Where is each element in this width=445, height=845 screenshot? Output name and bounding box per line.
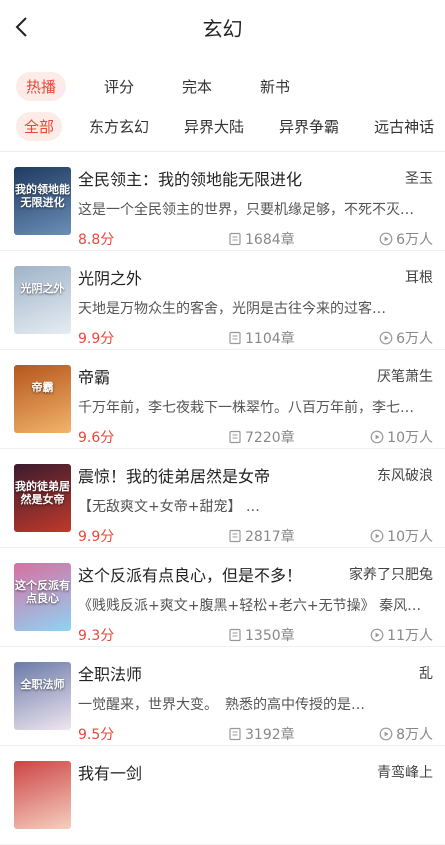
book-reads: 6万人 — [379, 229, 433, 249]
cover-text: 全职法师 — [20, 678, 65, 691]
cover-text: 这个反派有点良心 — [15, 579, 70, 605]
tab-new[interactable]: 新书 — [250, 72, 300, 101]
book-cover[interactable]: 这个反派有点良心 — [14, 563, 71, 631]
book-cover[interactable]: 我的徒弟居然是女帝 — [14, 464, 71, 532]
book-item[interactable]: 我有一剑 青鸾峰上 — [0, 746, 445, 845]
read-count: 10万人 — [387, 529, 433, 545]
book-chapters: 3192章 — [228, 724, 295, 744]
page-title: 玄幻 — [202, 17, 243, 41]
book-icon — [229, 430, 241, 444]
book-chapters: 7220章 — [228, 427, 295, 447]
book-title: 全民领主：我的领地能无限进化 — [78, 170, 303, 189]
book-author: 厌笔萧生 — [377, 369, 433, 385]
read-count: 6万人 — [396, 331, 433, 347]
book-description: 这是一个全民领主的世界，只要机缘足够，不死不灭… — [78, 202, 414, 218]
book-reads: 8万人 — [379, 724, 433, 744]
book-chapters: 2817章 — [228, 526, 295, 546]
book-item[interactable]: 这个反派有点良心 这个反派有点良心，但是不多！ 家养了只肥兔 《贱贱反派+爽文+… — [0, 548, 445, 647]
book-title: 震惊！我的徒弟居然是女帝 — [78, 467, 271, 486]
book-icon — [229, 232, 241, 246]
primary-tabs: 热播 评分 完本 新书 — [16, 70, 328, 102]
book-icon — [229, 628, 241, 642]
book-reads: 6万人 — [379, 328, 433, 348]
book-list: 我的领地能无限进化 全民领主：我的领地能无限进化 圣玉 这是一个全民领主的世界，… — [0, 152, 445, 845]
book-score: 9.5分 — [78, 727, 115, 743]
book-score: 9.3分 — [78, 628, 115, 644]
cover-text: 帝霸 — [31, 381, 54, 394]
play-circle-icon — [379, 331, 393, 345]
play-circle-icon — [370, 529, 384, 543]
book-score: 9.9分 — [78, 529, 115, 545]
book-author: 乱 — [419, 666, 433, 682]
book-title: 帝霸 — [78, 368, 111, 387]
tab-completed[interactable]: 完本 — [172, 72, 222, 101]
book-description: 一觉醒来，世界大变。 熟悉的高中传授的是… — [78, 697, 365, 713]
category-world-hegemony[interactable]: 异界争霸 — [271, 112, 347, 141]
book-reads: 10万人 — [370, 526, 433, 546]
book-cover[interactable] — [14, 761, 71, 829]
play-circle-icon — [379, 232, 393, 246]
cover-text: 我的领地能无限进化 — [15, 183, 70, 209]
book-title: 这个反派有点良心，但是不多！ — [78, 566, 303, 585]
book-item[interactable]: 光阴之外 光阴之外 耳根 天地是万物众生的客舍，光阴是古往今来的过客… 9.9分… — [0, 251, 445, 350]
book-author: 圣玉 — [405, 171, 433, 187]
book-score: 9.6分 — [78, 430, 115, 446]
book-icon — [229, 529, 241, 543]
book-item[interactable]: 帝霸 帝霸 厌笔萧生 千万年前，李七夜栽下一株翠竹。八百万年前，李七… 9.6分… — [0, 350, 445, 449]
book-score: 8.8分 — [78, 232, 115, 248]
book-item[interactable]: 我的徒弟居然是女帝 震惊！我的徒弟居然是女帝 东风破浪 【无敌爽文+女帝+甜宠】… — [0, 449, 445, 548]
book-author: 青鸾峰上 — [377, 765, 433, 781]
read-count: 6万人 — [396, 232, 433, 248]
chapter-count: 1104章 — [245, 331, 295, 347]
book-cover[interactable]: 光阴之外 — [14, 266, 71, 334]
book-title: 光阴之外 — [78, 269, 143, 288]
category-other-world[interactable]: 异界大陆 — [176, 112, 252, 141]
book-item[interactable]: 全职法师 全职法师 乱 一觉醒来，世界大变。 熟悉的高中传授的是… 9.5分 3… — [0, 647, 445, 746]
cover-text: 光阴之外 — [20, 282, 65, 295]
chapter-count: 3192章 — [245, 727, 295, 743]
tab-rating[interactable]: 评分 — [94, 72, 144, 101]
book-title: 我有一剑 — [78, 764, 143, 783]
book-reads: 11万人 — [370, 625, 433, 645]
category-ancient-myth[interactable]: 远古神话 — [366, 112, 442, 141]
book-author: 家养了只肥兔 — [349, 567, 433, 583]
category-tabs: 全部 东方玄幻 异界大陆 异界争霸 远古神话 — [16, 110, 445, 142]
book-description: 天地是万物众生的客舍，光阴是古往今来的过客… — [78, 301, 386, 317]
book-icon — [229, 331, 241, 345]
book-author: 耳根 — [405, 270, 433, 286]
book-description: 【无敌爽文+女帝+甜宠】 … — [78, 499, 260, 515]
read-count: 11万人 — [387, 628, 433, 644]
book-reads: 10万人 — [370, 427, 433, 447]
book-chapters: 1684章 — [228, 229, 295, 249]
chapter-count: 1684章 — [245, 232, 295, 248]
category-all[interactable]: 全部 — [16, 111, 63, 141]
chapter-count: 1350章 — [245, 628, 295, 644]
chapter-count: 2817章 — [245, 529, 295, 545]
category-eastern-fantasy[interactable]: 东方玄幻 — [81, 112, 157, 141]
tab-hot[interactable]: 热播 — [16, 71, 67, 101]
cover-text: 我的徒弟居然是女帝 — [15, 480, 70, 506]
book-description: 《贱贱反派+爽文+腹黑+轻松+老六+无节操》 秦风… — [78, 598, 422, 614]
play-circle-icon — [379, 727, 393, 741]
book-icon — [229, 727, 241, 741]
book-cover[interactable]: 我的领地能无限进化 — [14, 167, 71, 235]
book-chapters: 1104章 — [228, 328, 295, 348]
book-cover[interactable]: 全职法师 — [14, 662, 71, 730]
play-circle-icon — [370, 628, 384, 642]
book-item[interactable]: 我的领地能无限进化 全民领主：我的领地能无限进化 圣玉 这是一个全民领主的世界，… — [0, 152, 445, 251]
book-title: 全职法师 — [78, 665, 143, 684]
header: 玄幻 — [0, 0, 445, 54]
chapter-count: 7220章 — [245, 430, 295, 446]
read-count: 8万人 — [396, 727, 433, 743]
book-description: 千万年前，李七夜栽下一株翠竹。八百万年前，李七… — [78, 400, 414, 416]
book-author: 东风破浪 — [377, 468, 433, 484]
read-count: 10万人 — [387, 430, 433, 446]
book-cover[interactable]: 帝霸 — [14, 365, 71, 433]
play-circle-icon — [370, 430, 384, 444]
book-chapters: 1350章 — [228, 625, 295, 645]
book-score: 9.9分 — [78, 331, 115, 347]
